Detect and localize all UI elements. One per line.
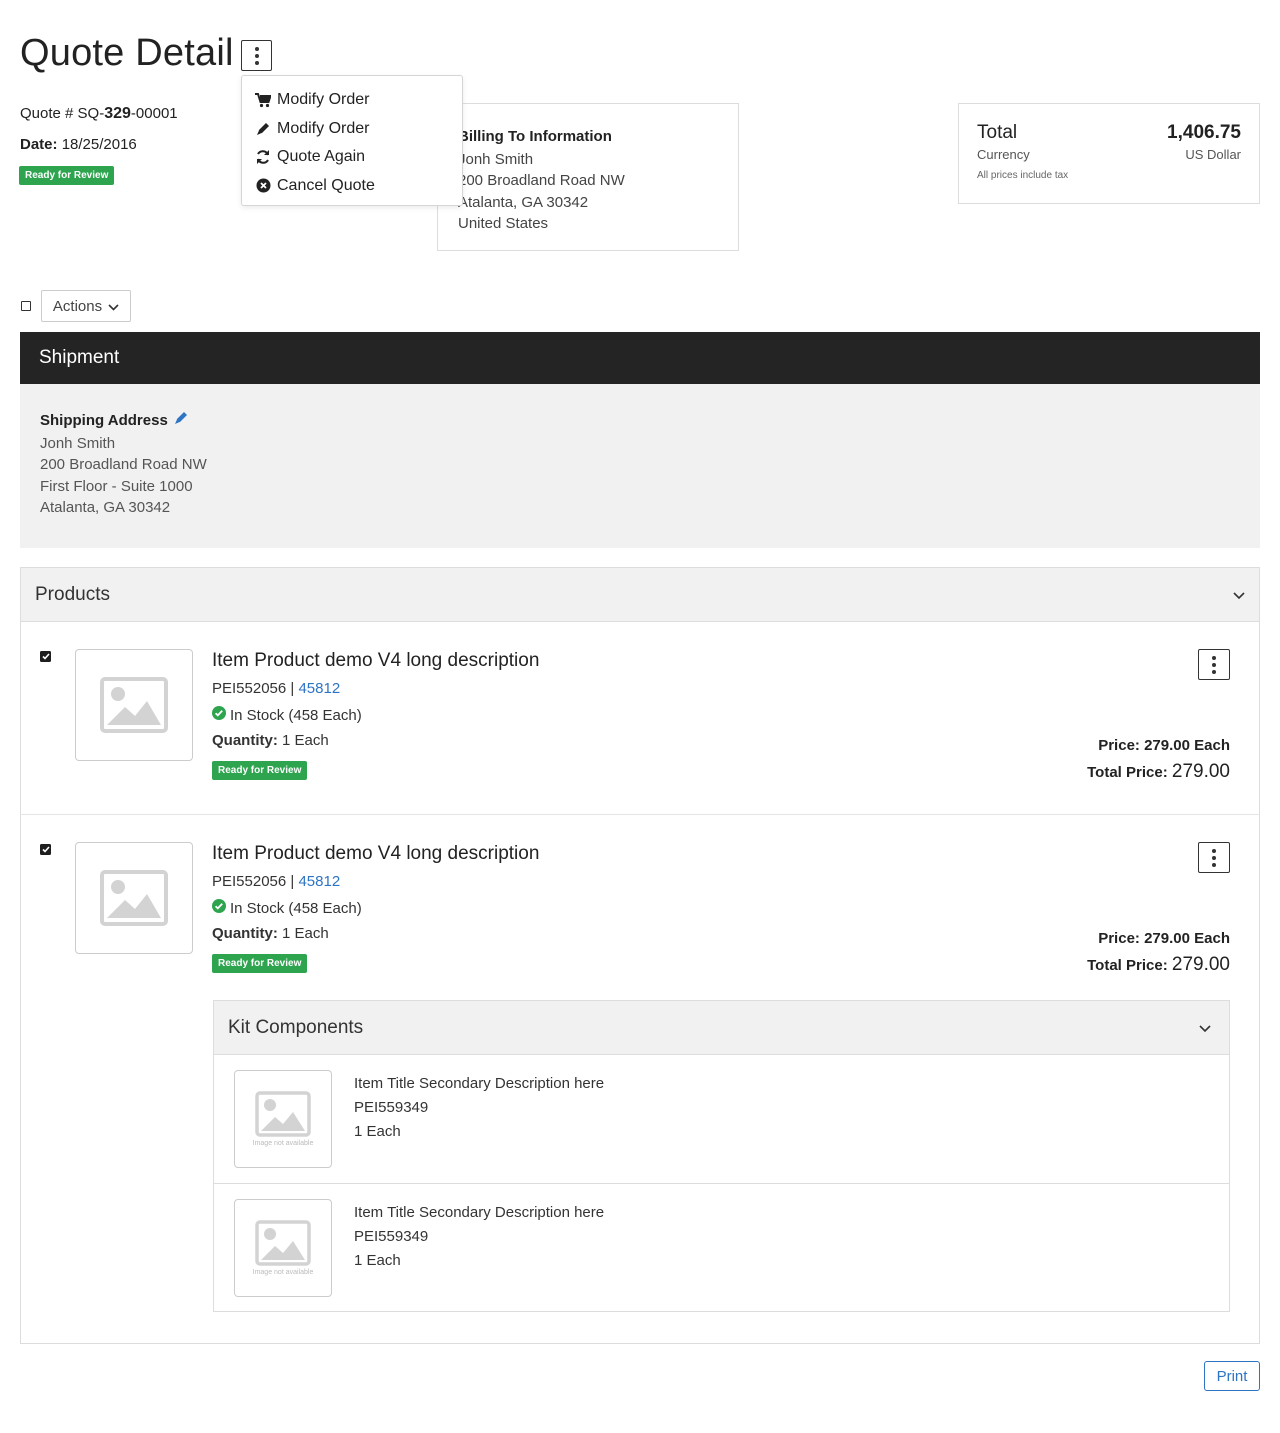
product-checkbox[interactable] [40, 844, 51, 855]
menu-item-modify-order-edit[interactable]: Modify Order [242, 115, 462, 144]
shipment-header: Shipment [20, 332, 1260, 384]
shipping-suite: First Floor - Suite 1000 [40, 477, 193, 495]
image-icon [100, 870, 168, 926]
tax-note: All prices include tax [977, 170, 1069, 181]
product-code-link[interactable]: 45812 [298, 873, 340, 890]
pencil-icon [254, 120, 272, 138]
status-badge: Ready for Review [212, 761, 308, 780]
kit-components-header[interactable]: Kit Components [214, 1001, 1229, 1055]
menu-item-modify-order-cart[interactable]: Modify Order [242, 86, 462, 115]
product-row: Item Product demo V4 long description PE… [21, 815, 1259, 1342]
actions-dropdown[interactable]: Actions [41, 290, 131, 322]
kit-item-title: Item Title Secondary Description here [354, 1204, 605, 1221]
billing-street: 200 Broadland Road NW [458, 172, 625, 189]
shipping-name: Jonh Smith [40, 434, 116, 452]
product-sku: PEI552056 | 45812 [212, 680, 341, 697]
product-row: Item Product demo V4 long description PE… [21, 622, 1259, 815]
quote-options-button[interactable] [241, 40, 272, 71]
kit-item-qty: 1 Each [354, 1252, 401, 1269]
billing-info-card: Billing To Information Jonh Smith 200 Br… [437, 103, 739, 251]
product-sku: PEI552056 | 45812 [212, 873, 341, 890]
chevron-down-icon[interactable] [1199, 1017, 1211, 1039]
kebab-icon [254, 46, 259, 65]
menu-item-quote-again[interactable]: Quote Again [242, 143, 462, 172]
product-price: Price: 279.00 Each Total Price: 279.00 [1087, 930, 1230, 975]
image-icon [255, 1090, 311, 1137]
refresh-icon [254, 148, 272, 166]
kit-item-sku: PEI559349 [354, 1228, 429, 1245]
shipping-street: 200 Broadland Road NW [40, 456, 207, 473]
cancel-circle-icon [254, 177, 272, 195]
shipping-city: Atalanta, GA 30342 [40, 499, 171, 516]
kebab-icon [1212, 655, 1216, 674]
select-all-checkbox[interactable] [21, 301, 31, 311]
status-badge: Ready for Review [19, 166, 115, 185]
billing-title: Billing To Information [458, 128, 612, 145]
total-value: 1,406.75 [1167, 122, 1241, 143]
quote-options-menu: Modify Order Modify Order Quote Again Ca… [241, 75, 463, 206]
kit-item-sku: PEI559349 [354, 1099, 429, 1116]
chevron-down-icon[interactable] [1233, 584, 1245, 606]
kit-item: Image not available Item Title Secondary… [214, 1055, 1229, 1184]
billing-country: United States [458, 215, 549, 232]
products-panel: Products Item Product demo V4 long descr… [20, 567, 1260, 1344]
product-checkbox[interactable] [40, 651, 51, 662]
edit-address-pencil-icon[interactable] [174, 410, 189, 432]
products-header[interactable]: Products [21, 568, 1259, 622]
kit-components-panel: Kit Components Image not available Item … [213, 1000, 1230, 1312]
image-icon [255, 1219, 311, 1266]
product-quantity: Quantity: 1 Each [212, 732, 329, 749]
product-image-placeholder [75, 649, 193, 761]
product-options-button[interactable] [1198, 649, 1230, 680]
currency-label: Currency [977, 147, 1030, 162]
check-circle-icon [212, 899, 226, 917]
kit-components-title: Kit Components [228, 1016, 364, 1038]
chevron-down-icon [108, 298, 119, 315]
image-not-available-text: Image not available [252, 1139, 314, 1147]
product-image-placeholder [75, 842, 193, 954]
products-title: Products [35, 583, 110, 605]
product-title: Item Product demo V4 long description [212, 843, 540, 864]
cart-icon [254, 91, 272, 109]
product-quantity: Quantity: 1 Each [212, 925, 329, 942]
product-title: Item Product demo V4 long description [212, 650, 540, 671]
image-icon [100, 677, 168, 733]
billing-city: Atalanta, GA 30342 [458, 193, 589, 211]
shipment-body: Shipping Address Jonh Smith 200 Broadlan… [20, 384, 1260, 548]
product-price: Price: 279.00 Each Total Price: 279.00 [1087, 737, 1230, 782]
quote-number: Quote # SQ-329-00001 [20, 105, 178, 122]
kebab-icon [1212, 848, 1216, 867]
billing-name: Jonh Smith [458, 150, 534, 168]
total-card: Total 1,406.75 Currency US Dollar All pr… [958, 103, 1260, 204]
currency-value: US Dollar [1185, 147, 1241, 162]
total-label: Total [977, 122, 1018, 143]
product-options-button[interactable] [1198, 842, 1230, 873]
kit-item-qty: 1 Each [354, 1123, 401, 1140]
shipping-address-title: Shipping Address [40, 412, 168, 429]
page-title: Quote Detail [20, 32, 234, 74]
kit-image-placeholder: Image not available [234, 1199, 332, 1297]
stock-status: In Stock (458 Each) [212, 899, 539, 917]
kit-image-placeholder: Image not available [234, 1070, 332, 1168]
menu-item-cancel-quote[interactable]: Cancel Quote [242, 172, 462, 201]
kit-item: Image not available Item Title Secondary… [214, 1184, 1229, 1313]
kit-item-title: Item Title Secondary Description here [354, 1075, 605, 1092]
product-code-link[interactable]: 45812 [298, 680, 340, 697]
quote-date: Date: 18/25/2016 [20, 136, 137, 153]
print-button[interactable]: Print [1204, 1361, 1260, 1391]
check-circle-icon [212, 706, 226, 724]
stock-status: In Stock (458 Each) [212, 706, 539, 724]
status-badge: Ready for Review [212, 954, 308, 973]
image-not-available-text: Image not available [252, 1268, 314, 1276]
